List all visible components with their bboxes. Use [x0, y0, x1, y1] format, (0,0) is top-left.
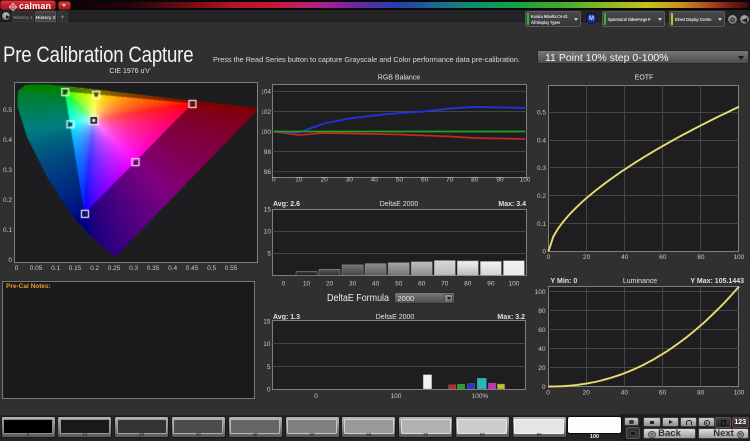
- svg-text:80: 80: [471, 177, 479, 184]
- svg-text:100: 100: [734, 390, 745, 397]
- svg-text:15: 15: [264, 207, 272, 214]
- svg-text:100: 100: [391, 393, 402, 400]
- svg-text:10: 10: [263, 341, 271, 348]
- svg-text:20: 20: [326, 281, 334, 288]
- svg-text:100: 100: [262, 129, 271, 136]
- svg-text:100: 100: [508, 281, 519, 288]
- svg-text:0: 0: [314, 393, 318, 400]
- svg-text:50: 50: [395, 281, 403, 288]
- svg-text:0: 0: [547, 254, 551, 261]
- svg-text:Y Min: 0: Y Min: 0: [551, 278, 578, 285]
- svg-text:0: 0: [267, 386, 271, 393]
- svg-text:DeltaE 2000: DeltaE 2000: [376, 314, 415, 321]
- svg-text:60: 60: [538, 327, 546, 334]
- svg-text:70: 70: [441, 281, 449, 288]
- svg-text:80: 80: [464, 281, 472, 288]
- svg-text:5: 5: [267, 364, 271, 371]
- svg-text:0: 0: [272, 177, 276, 184]
- svg-text:98: 98: [264, 149, 272, 156]
- svg-text:90: 90: [496, 177, 504, 184]
- svg-text:Avg: 2.6: Avg: 2.6: [273, 201, 300, 208]
- svg-text:40: 40: [621, 254, 629, 261]
- svg-text:100: 100: [535, 289, 546, 296]
- svg-text:20: 20: [320, 177, 328, 184]
- svg-text:0.4: 0.4: [537, 137, 546, 144]
- svg-text:20: 20: [538, 365, 546, 372]
- svg-text:100: 100: [734, 254, 745, 261]
- svg-text:40: 40: [371, 177, 379, 184]
- svg-text:10: 10: [295, 177, 303, 184]
- svg-text:20: 20: [583, 254, 591, 261]
- svg-text:60: 60: [418, 281, 426, 288]
- svg-text:30: 30: [349, 281, 357, 288]
- svg-text:EOTF: EOTF: [635, 75, 654, 82]
- svg-text:70: 70: [446, 177, 454, 184]
- svg-text:Max: 3.4: Max: 3.4: [498, 201, 526, 208]
- svg-text:96: 96: [264, 169, 272, 176]
- svg-text:40: 40: [621, 390, 629, 397]
- svg-text:80: 80: [697, 390, 705, 397]
- svg-text:0.5: 0.5: [537, 110, 546, 117]
- svg-text:5: 5: [267, 251, 271, 258]
- svg-text:0.3: 0.3: [537, 165, 546, 172]
- svg-text:80: 80: [538, 308, 546, 315]
- svg-text:0: 0: [546, 390, 550, 397]
- svg-text:60: 60: [421, 177, 429, 184]
- svg-text:60: 60: [659, 254, 667, 261]
- svg-text:0.1: 0.1: [537, 221, 546, 228]
- svg-text:0: 0: [282, 281, 286, 288]
- svg-text:50: 50: [396, 177, 404, 184]
- svg-text:10: 10: [303, 281, 311, 288]
- svg-text:40: 40: [538, 346, 546, 353]
- svg-text:30: 30: [346, 177, 354, 184]
- svg-text:Max: 3.2: Max: 3.2: [497, 314, 525, 321]
- svg-text:80: 80: [697, 254, 705, 261]
- svg-text:RGB Balance: RGB Balance: [378, 75, 421, 82]
- svg-text:Luminance: Luminance: [623, 278, 657, 285]
- svg-text:104: 104: [262, 89, 271, 96]
- svg-text:Avg: 1.3: Avg: 1.3: [273, 314, 300, 321]
- svg-text:DeltaE 2000: DeltaE 2000: [380, 201, 419, 208]
- svg-text:15: 15: [263, 319, 271, 326]
- svg-text:20: 20: [583, 390, 591, 397]
- svg-text:90: 90: [487, 281, 495, 288]
- svg-text:10: 10: [264, 229, 272, 236]
- svg-text:0.2: 0.2: [537, 193, 546, 200]
- svg-text:Y Max: 105.1443: Y Max: 105.1443: [690, 278, 744, 285]
- svg-text:60: 60: [659, 390, 667, 397]
- svg-text:40: 40: [372, 281, 380, 288]
- svg-text:102: 102: [262, 109, 271, 116]
- svg-text:100%: 100%: [472, 393, 489, 400]
- svg-text:100: 100: [520, 177, 530, 184]
